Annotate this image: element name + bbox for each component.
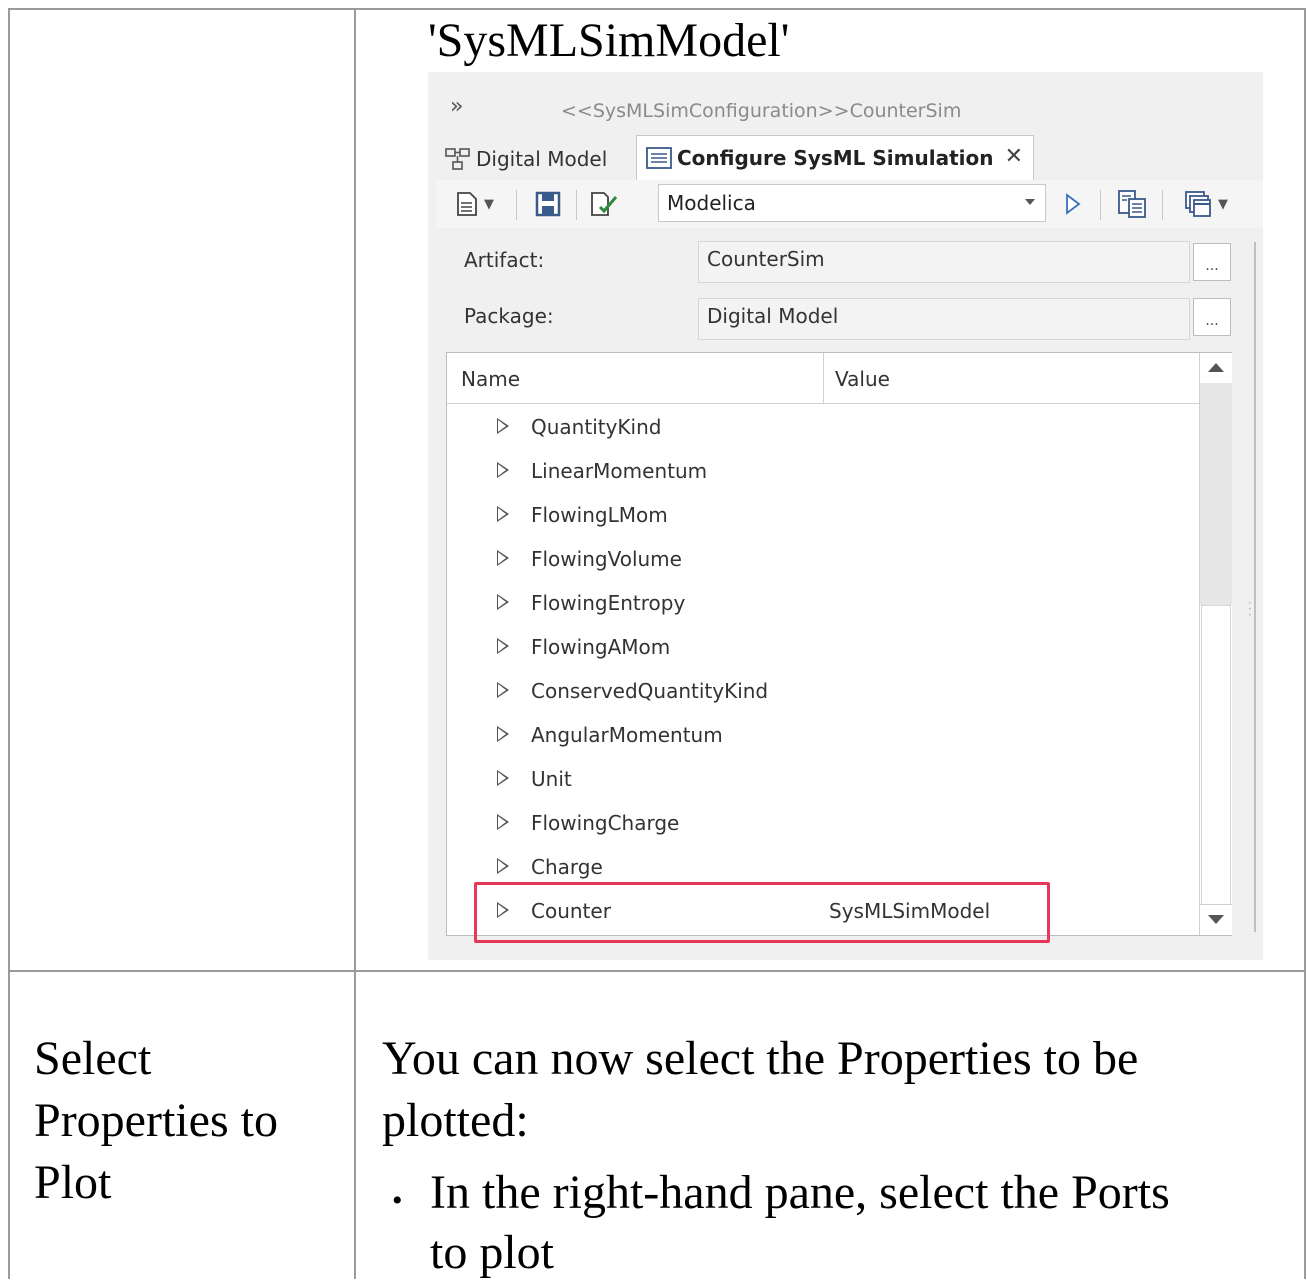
expand-icon[interactable]: [497, 682, 509, 698]
toolbar-separator: [1100, 190, 1101, 220]
scroll-down-arrow-icon[interactable]: [1200, 904, 1232, 935]
row-name: AngularMomentum: [531, 723, 723, 747]
package-browse-button[interactable]: ...: [1193, 298, 1231, 336]
expand-icon[interactable]: [497, 506, 509, 522]
highlight-box: [474, 882, 1050, 943]
dropdown-arrow-icon: ▼: [1218, 196, 1228, 212]
row-name: LinearMomentum: [531, 459, 708, 483]
package-field[interactable]: Digital Model: [698, 298, 1190, 340]
grid-row[interactable]: FlowingVolume: [447, 538, 1199, 582]
column-header-name[interactable]: Name: [461, 367, 520, 391]
tab-label: Configure SysML Simulation: [677, 146, 994, 170]
row-name: QuantityKind: [531, 415, 662, 439]
grid-row[interactable]: FlowingLMom: [447, 494, 1199, 538]
bullet-text-line-2: to plot: [430, 1226, 555, 1279]
generate-code-button[interactable]: [1112, 188, 1152, 220]
dropdown-arrow-icon: ▼: [484, 196, 494, 212]
simulation-config-screenshot: » <<SysMLSimConfiguration>>CounterSim Di…: [428, 72, 1263, 960]
artifact-field[interactable]: CounterSim: [698, 241, 1190, 283]
diagram-icon: [444, 147, 472, 171]
scroll-track[interactable]: [1200, 383, 1232, 605]
grid-row[interactable]: LinearMomentum: [447, 450, 1199, 494]
row-name: FlowingEntropy: [531, 591, 686, 615]
validate-icon: [591, 192, 618, 216]
language-select[interactable]: Modelica: [658, 184, 1046, 222]
grid-header: Name Value: [447, 353, 1199, 404]
tab-configure-sysml-simulation[interactable]: Configure SysML Simulation ✕: [636, 135, 1034, 180]
tab-label: Digital Model: [476, 147, 608, 171]
validate-button[interactable]: [586, 188, 622, 220]
chevron-down-icon: [1025, 199, 1035, 205]
toolbar-separator: [576, 190, 577, 220]
new-document-button[interactable]: ▼: [450, 188, 500, 220]
column-header-value[interactable]: Value: [835, 367, 890, 391]
grid-row[interactable]: FlowingEntropy: [447, 582, 1199, 626]
table-border-left: [8, 8, 10, 1279]
save-icon: [535, 191, 561, 217]
expand-icon[interactable]: [497, 462, 509, 478]
expand-chevron-icon[interactable]: »: [450, 94, 463, 119]
row-name: FlowingCharge: [531, 811, 680, 835]
row-name: FlowingAMom: [531, 635, 671, 659]
expand-icon[interactable]: [497, 770, 509, 786]
step-description-line-2: plotted:: [382, 1094, 529, 1147]
play-icon: [1066, 193, 1081, 215]
step-title-line-3: Plot: [34, 1156, 112, 1209]
row-name: ConservedQuantityKind: [531, 679, 769, 703]
expand-icon[interactable]: [497, 726, 509, 742]
step-title-line-1: Select: [34, 1032, 152, 1085]
tab-digital-model[interactable]: Digital Model: [436, 139, 631, 179]
row-name: Unit: [531, 767, 572, 791]
language-value: Modelica: [667, 191, 756, 215]
panel-title: <<SysMLSimConfiguration>>CounterSim: [561, 100, 962, 122]
generate-code-icon: [1118, 190, 1146, 218]
expand-icon[interactable]: [497, 638, 509, 654]
expand-icon[interactable]: [497, 418, 509, 434]
windows-icon: [1185, 191, 1211, 217]
document-icon: [645, 146, 673, 170]
panel-edge: [1254, 242, 1256, 932]
bullet-text-line-1: In the right-hand pane, select the Ports: [430, 1166, 1170, 1219]
bullet-icon: •: [392, 1184, 403, 1217]
toolbar-separator: [1162, 190, 1163, 220]
toolbar: ▼ Modelica ▼: [436, 180, 1263, 228]
toolbar-separator: [516, 190, 517, 220]
top-caption: 'SysMLSimModel': [428, 14, 790, 67]
save-button[interactable]: [530, 188, 566, 220]
row-name: FlowingLMom: [531, 503, 668, 527]
grid-row[interactable]: FlowingAMom: [447, 626, 1199, 670]
scroll-thumb[interactable]: [1201, 605, 1231, 905]
column-divider[interactable]: [823, 353, 824, 403]
step-title-line-2: Properties to: [34, 1094, 278, 1147]
scroll-up-arrow-icon[interactable]: [1200, 353, 1232, 384]
grid-row[interactable]: FlowingCharge: [447, 802, 1199, 846]
row-name: FlowingVolume: [531, 547, 682, 571]
expand-icon[interactable]: [497, 814, 509, 830]
artifact-label: Artifact:: [464, 248, 545, 272]
grid-row[interactable]: Unit: [447, 758, 1199, 802]
expand-icon[interactable]: [497, 594, 509, 610]
splitter-grip-icon[interactable]: · · ·: [1248, 597, 1252, 621]
table-row-divider: [8, 970, 1306, 972]
windows-menu-button[interactable]: ▼: [1172, 188, 1240, 220]
row-name: Charge: [531, 855, 603, 879]
step-description-line-1: You can now select the Properties to be: [382, 1032, 1139, 1085]
expand-icon[interactable]: [497, 550, 509, 566]
table-border-right: [1304, 8, 1306, 1279]
vertical-scrollbar[interactable]: [1199, 353, 1232, 935]
panel-header: » <<SysMLSimConfiguration>>CounterSim: [428, 72, 1263, 132]
grid-row[interactable]: ConservedQuantityKind: [447, 670, 1199, 714]
grid-row[interactable]: QuantityKind: [447, 406, 1199, 450]
artifact-browse-button[interactable]: ...: [1193, 243, 1231, 281]
package-label: Package:: [464, 304, 554, 328]
tab-bar: Digital Model Configure SysML Simulation…: [436, 135, 1263, 181]
close-icon[interactable]: ✕: [1005, 144, 1023, 169]
new-document-icon: [457, 192, 477, 216]
expand-icon[interactable]: [497, 858, 509, 874]
grid-row[interactable]: AngularMomentum: [447, 714, 1199, 758]
run-button[interactable]: [1058, 188, 1088, 220]
table-column-divider: [354, 8, 356, 1279]
property-grid: Name Value QuantityKind LinearMomentum F…: [446, 352, 1232, 936]
